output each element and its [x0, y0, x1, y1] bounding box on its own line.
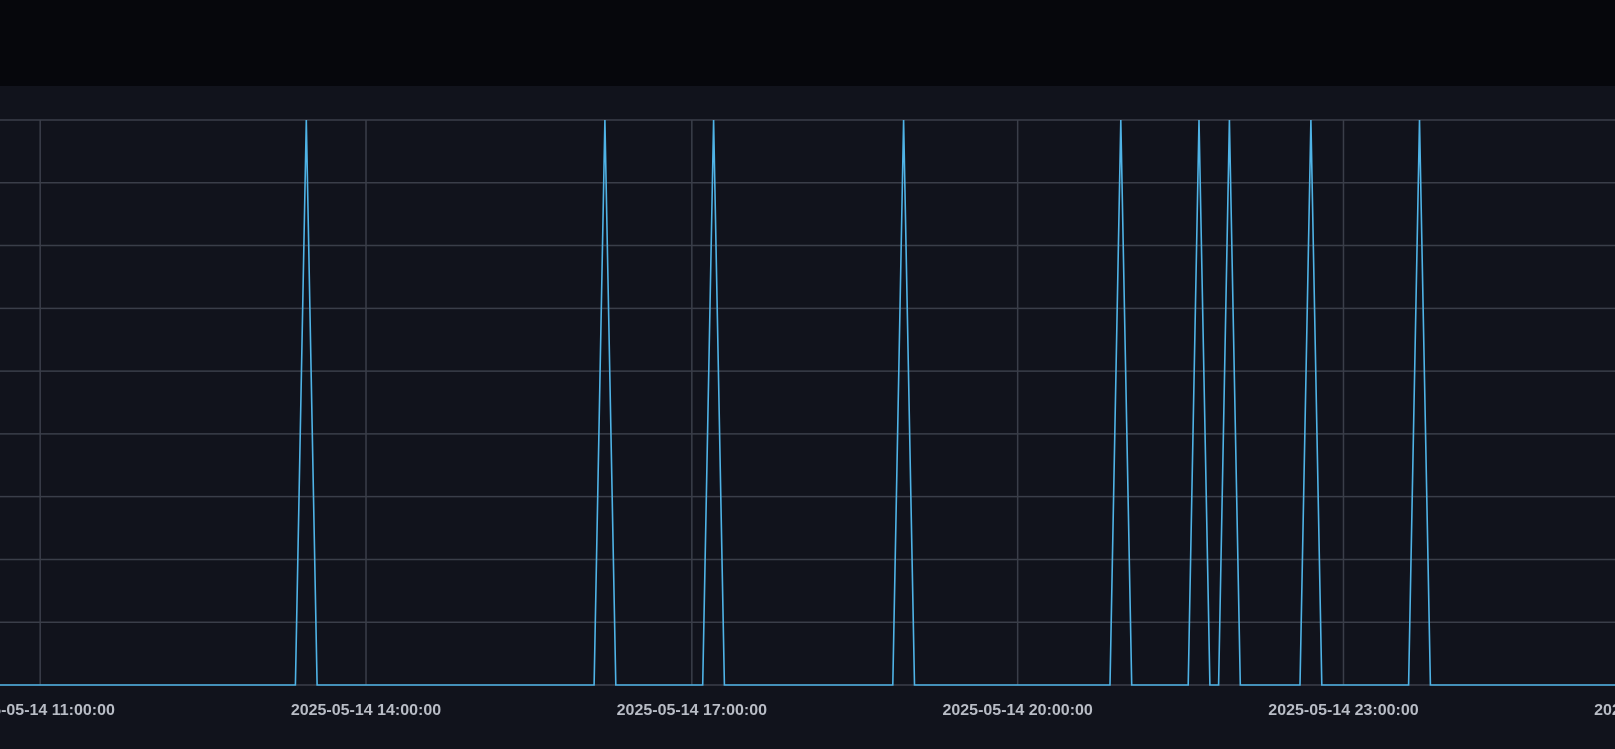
x-tick-label: 2025-05-14 17:00:00: [617, 702, 767, 719]
x-tick-label: 2025-05-14 23:00:00: [1268, 702, 1418, 719]
x-tick-label: 2025-05-15 02:00:00: [1594, 702, 1615, 719]
time-series-chart: 2025-05-14 11:00:00 2025-05-14 14:00:00 20…: [0, 119, 1615, 719]
x-tick-label: 2025-05-14 20:00:00: [942, 702, 1092, 719]
x-tick-label: 2025-05-14 11:00:00: [0, 702, 115, 719]
series-line: [0, 119, 1615, 686]
x-tick-label: 2025-05-14 14:00:00: [291, 702, 441, 719]
